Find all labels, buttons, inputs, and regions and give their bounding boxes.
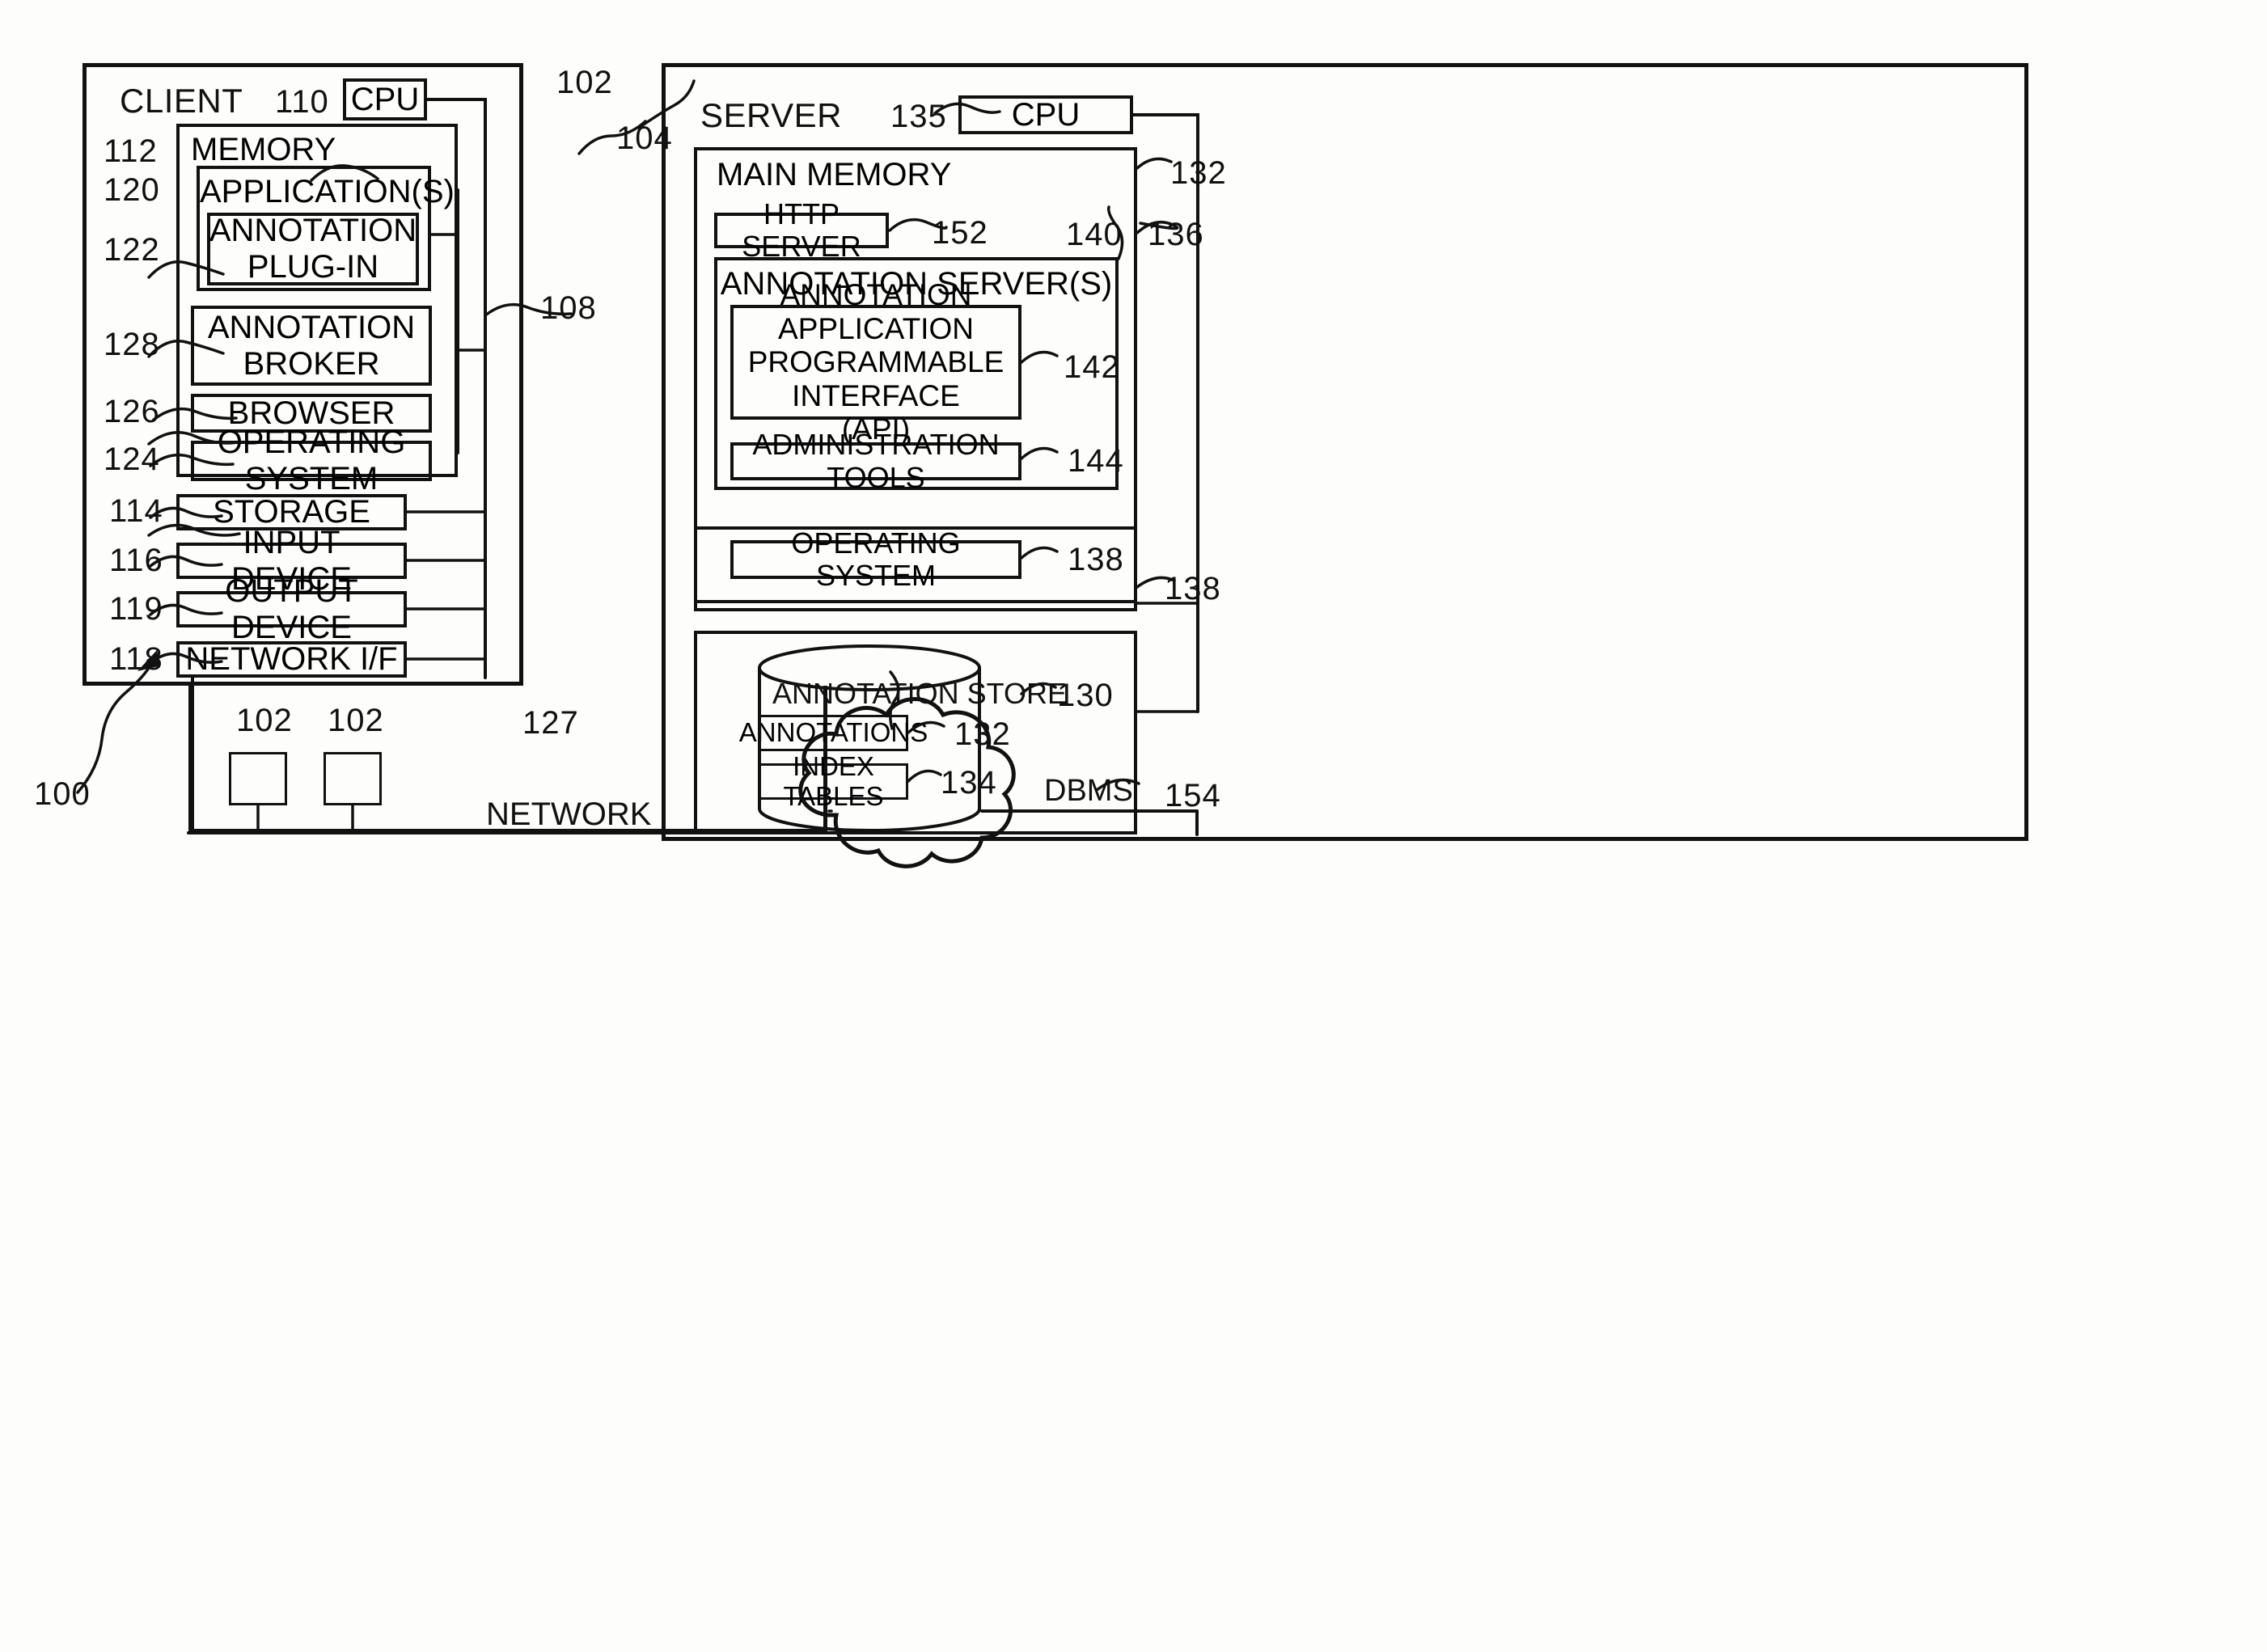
client-annotation-broker-box: ANNOTATION BROKER [191, 306, 432, 386]
storage-ref-114: 114 [109, 493, 163, 529]
dbms-ref-154: 154 [1165, 778, 1221, 813]
server-cpu-label: CPU [1011, 96, 1081, 133]
server-title: SERVER [700, 96, 842, 134]
annotation-plugin-line2: PLUG-IN [247, 249, 379, 285]
client-applications-label: APPLICATION(S) [200, 174, 455, 209]
index-tables-box: INDEX TABLES [759, 751, 908, 810]
server-http-server-label: HTTP SERVER [742, 196, 861, 263]
server-cpu-ref-135: 135 [890, 99, 947, 134]
client-cpu-label: CPU [350, 81, 420, 117]
administration-tools-ref-144: 144 [1068, 443, 1124, 479]
annotations-label: ANNOTATIONS [738, 717, 928, 748]
annotation-servers-ref-140: 140 [1066, 217, 1123, 252]
client-annotation-plugin-box: ANNOTATION PLUG-IN [207, 213, 419, 285]
administration-tools-label: ADMINISTRATION TOOLS [752, 428, 1000, 494]
network-if-ref-118: 118 [109, 641, 163, 677]
server-os-ref-138: 138 [1068, 542, 1124, 577]
annotation-plugin-ref-122: 122 [104, 232, 160, 268]
server-operating-system-label: OPERATING SYSTEM [791, 526, 961, 592]
server-api-box: ANNOTATION APPLICATION PROGRAMMABLE INTE… [730, 278, 1021, 446]
main-memory-ref-132: 132 [1170, 155, 1227, 191]
api-line2: PROGRAMMABLE INTERFACE [747, 345, 1005, 412]
client-operating-system-box: OPERATING SYSTEM [191, 425, 432, 496]
server-operating-system-box: OPERATING SYSTEM [730, 526, 1021, 592]
input-device-ref-116: 116 [109, 543, 163, 578]
client-network-if-label: NETWORK I/F [185, 641, 398, 678]
server-cpu-box: CPU [958, 95, 1133, 134]
annotation-broker-line2: BROKER [243, 345, 380, 382]
client-title: CLIENT [120, 82, 243, 120]
network-ref-127: 127 [522, 705, 579, 741]
annotations-box: ANNOTATIONS [739, 715, 928, 751]
server-main-memory-label: MAIN MEMORY [717, 157, 952, 192]
api-ref-142: 142 [1064, 349, 1120, 385]
annotations-ref-132: 132 [954, 716, 1011, 752]
annotation-plugin-line1: ANNOTATION [209, 213, 417, 249]
browser-ref-126: 126 [104, 394, 160, 429]
network-cloud-label: NETWORK [486, 796, 652, 832]
server-ref-104: 104 [616, 120, 673, 156]
annotation-store-ref-130: 130 [1057, 678, 1114, 713]
dbms-label: DBMS [1044, 774, 1133, 808]
client-network-if-box: NETWORK I/F [176, 641, 407, 678]
client-operating-system-label: OPERATING SYSTEM [217, 425, 406, 496]
client-ref-102: 102 [556, 65, 613, 100]
client-memory-label: MEMORY [191, 132, 336, 167]
patent-figure-canvas: CLIENT 102 110 CPU 112 MEMORY 120 APPLIC… [0, 0, 2267, 1652]
applications-ref-120: 120 [104, 172, 160, 208]
index-tables-ref-134: 134 [941, 765, 997, 801]
annotation-broker-ref-128: 128 [104, 327, 160, 362]
additional-client-box-b [324, 752, 382, 805]
output-device-ref-119: 119 [109, 591, 163, 627]
system-ref-100: 100 [34, 776, 91, 812]
memory-ref-112: 112 [104, 133, 158, 169]
api-line1: ANNOTATION APPLICATION [778, 278, 974, 345]
server-bus-ref-138: 138 [1165, 571, 1221, 606]
cpu-ref-110: 110 [275, 84, 329, 120]
client-bus-ref-108: 108 [540, 290, 597, 326]
client-os-ref-124: 124 [104, 442, 160, 477]
additional-client-box-a [229, 752, 287, 805]
server-bus-ref-136: 136 [1148, 217, 1204, 252]
additional-client-ref-102-a: 102 [236, 703, 293, 738]
index-tables-label: INDEX TABLES [783, 750, 884, 811]
client-output-device-box: OUTPUT DEVICE [176, 573, 407, 645]
client-output-device-label: OUTPUT DEVICE [225, 572, 358, 645]
http-server-ref-152: 152 [932, 215, 988, 251]
server-http-server-box: HTTP SERVER [714, 197, 889, 263]
server-administration-tools-box: ADMINISTRATION TOOLS [730, 429, 1021, 493]
client-cpu-box: CPU [343, 78, 427, 120]
annotation-broker-line1: ANNOTATION [207, 309, 416, 345]
additional-client-ref-102-b: 102 [328, 703, 384, 738]
annotation-store-label: ANNOTATION STORE [772, 677, 1068, 710]
